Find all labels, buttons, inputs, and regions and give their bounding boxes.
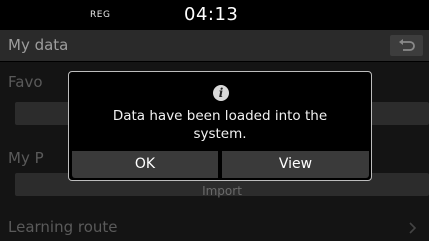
ok-button[interactable]: OK — [72, 151, 218, 178]
favorites-label: Favo — [8, 73, 43, 91]
back-arrow-icon — [399, 39, 415, 51]
title-bar: My data — [0, 30, 429, 61]
chevron-right-icon — [409, 222, 417, 234]
my-places-label: My P — [8, 149, 44, 167]
back-button[interactable] — [390, 35, 423, 56]
list-item-learning-route: Learning route — [0, 212, 429, 241]
ok-button-label: OK — [134, 156, 156, 172]
dialog-message-line1: Data have been loaded into the — [112, 108, 328, 124]
import-label: Import — [202, 184, 242, 198]
learning-route-label: Learning route — [8, 218, 118, 236]
info-icon: i — [213, 85, 229, 101]
dialog-message-line2: system. — [193, 126, 247, 142]
view-button[interactable]: View — [222, 151, 369, 178]
screen: REG 04:13 My data Favo My P Import Learn… — [0, 0, 429, 241]
loaded-dialog: i Data have been loaded into the system.… — [68, 71, 372, 181]
dialog-message: Data have been loaded into the system. — [79, 107, 361, 143]
view-button-label: View — [278, 156, 313, 172]
reg-indicator: REG — [90, 10, 111, 20]
clock: 04:13 — [184, 4, 239, 25]
status-bar: REG 04:13 — [0, 0, 429, 30]
page-title: My data — [8, 36, 69, 54]
